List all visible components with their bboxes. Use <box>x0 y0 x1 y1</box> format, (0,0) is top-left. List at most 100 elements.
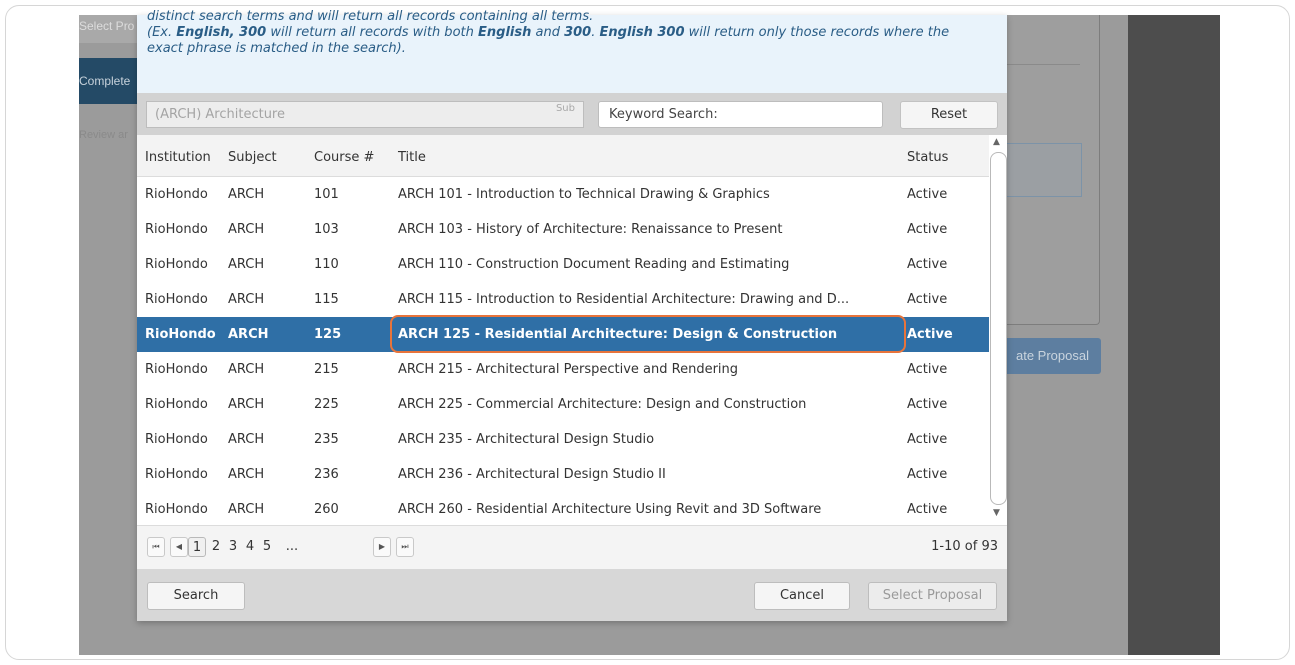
cell-subject: ARCH <box>228 362 265 377</box>
page-number[interactable]: 2 <box>209 537 223 557</box>
scroll-down-arrow-icon[interactable]: ▼ <box>993 508 1000 518</box>
subject-select[interactable]: (ARCH) Architecture Sub <box>146 101 584 128</box>
course-grid: Institution Subject Course # Title Statu… <box>137 135 1007 525</box>
cell-title: ARCH 235 - Architectural Design Studio <box>398 432 655 447</box>
page-number[interactable]: 3 <box>226 537 240 557</box>
dialog-footer: Search Cancel Select Proposal <box>137 569 1007 621</box>
cell-subject: ARCH <box>228 222 265 237</box>
cell-course-number: 260 <box>314 502 339 517</box>
help-line-3: exact phrase is matched in the search). <box>147 41 406 56</box>
cell-title: ARCH 110 - Construction Document Reading… <box>398 257 790 272</box>
right-dark-strip <box>1128 15 1220 655</box>
cell-course-number: 215 <box>314 362 339 377</box>
cell-title: ARCH 101 - Introduction to Technical Dra… <box>398 187 770 202</box>
grid-scrollbar[interactable]: ▲ ▼ <box>989 135 1007 525</box>
first-page-icon[interactable]: ⏮ <box>147 537 165 557</box>
table-row[interactable]: RioHondo ARCH 215 ARCH 215 - Architectur… <box>137 352 989 387</box>
prev-page-icon[interactable]: ◀ <box>170 537 188 557</box>
cell-course-number: 125 <box>314 327 342 342</box>
cell-status: Active <box>907 397 948 412</box>
create-proposal-button[interactable]: ate Proposal <box>1007 338 1101 374</box>
cell-subject: ARCH <box>228 257 265 272</box>
table-row[interactable]: RioHondo ARCH 260 ARCH 260 - Residential… <box>137 492 989 527</box>
page-number[interactable]: 4 <box>243 537 257 557</box>
cell-title: ARCH 236 - Architectural Design Studio I… <box>398 467 666 482</box>
cell-subject: ARCH <box>228 467 265 482</box>
cell-status: Active <box>907 187 948 202</box>
cell-title: ARCH 103 - History of Architecture: Rena… <box>398 222 783 237</box>
keyword-search-input[interactable]: Keyword Search: <box>598 101 883 128</box>
table-row[interactable]: RioHondo ARCH 225 ARCH 225 - Commercial … <box>137 387 989 422</box>
background-divider <box>1007 64 1080 65</box>
help-line-2: (Ex. English, 300 will return all record… <box>147 25 950 40</box>
cell-course-number: 235 <box>314 432 339 447</box>
cell-course-number: 110 <box>314 257 339 272</box>
cell-course-number: 225 <box>314 397 339 412</box>
column-header-course-number[interactable]: Course # <box>314 135 374 177</box>
cell-institution: RioHondo <box>145 187 208 202</box>
cell-course-number: 101 <box>314 187 339 202</box>
cell-subject: ARCH <box>228 187 265 202</box>
pagination-bar: ⏮ ◀ 1 2 3 4 5 ... ▶ ⏭ 1-10 of 93 <box>137 525 1007 569</box>
select-proposal-button[interactable]: Select Proposal <box>868 582 997 610</box>
cell-status: Active <box>907 327 953 342</box>
cell-status: Active <box>907 362 948 377</box>
cell-institution: RioHondo <box>145 257 208 272</box>
sidebar-step-complete[interactable]: Complete <box>79 58 137 104</box>
table-row[interactable]: RioHondo ARCH 110 ARCH 110 - Constructio… <box>137 247 989 282</box>
selection-highlight-outline <box>390 315 906 353</box>
cancel-button[interactable]: Cancel <box>754 582 850 610</box>
help-line-1: distinct search terms and will return al… <box>147 9 594 24</box>
page-number[interactable]: 5 <box>260 537 274 557</box>
last-page-icon[interactable]: ⏭ <box>396 537 414 557</box>
table-row[interactable]: RioHondo ARCH 115 ARCH 115 - Introductio… <box>137 282 989 317</box>
table-row[interactable]: RioHondo ARCH 101 ARCH 101 - Introductio… <box>137 177 989 212</box>
cell-title: ARCH 260 - Residential Architecture Usin… <box>398 502 822 517</box>
sidebar-step-review[interactable]: Review ar <box>79 120 137 150</box>
cell-status: Active <box>907 432 948 447</box>
search-help-text: distinct search terms and will return al… <box>137 9 1007 93</box>
cell-institution: RioHondo <box>145 292 208 307</box>
cell-institution: RioHondo <box>145 502 208 517</box>
cell-status: Active <box>907 292 948 307</box>
table-row[interactable]: RioHondo ARCH 236 ARCH 236 - Architectur… <box>137 457 989 492</box>
cell-institution: RioHondo <box>145 327 216 342</box>
cell-title: ARCH 115 - Introduction to Residential A… <box>398 292 850 307</box>
cell-subject: ARCH <box>228 292 265 307</box>
cell-subject: ARCH <box>228 397 265 412</box>
cell-institution: RioHondo <box>145 397 208 412</box>
page-number-current[interactable]: 1 <box>188 537 206 557</box>
cell-status: Active <box>907 502 948 517</box>
cell-course-number: 115 <box>314 292 339 307</box>
table-row[interactable]: RioHondo ARCH 103 ARCH 103 - History of … <box>137 212 989 247</box>
column-header-title[interactable]: Title <box>398 135 426 177</box>
subject-tag: Sub <box>555 103 575 114</box>
cell-title: ARCH 225 - Commercial Architecture: Desi… <box>398 397 807 412</box>
filter-bar: (ARCH) Architecture Sub Keyword Search: … <box>137 93 1007 135</box>
cell-subject: ARCH <box>228 432 265 447</box>
page-more[interactable]: ... <box>282 537 302 557</box>
scroll-up-arrow-icon[interactable]: ▲ <box>993 137 1000 147</box>
cell-institution: RioHondo <box>145 222 208 237</box>
scrollbar-thumb[interactable] <box>990 152 1007 505</box>
cell-course-number: 236 <box>314 467 339 482</box>
cell-subject: ARCH <box>228 327 269 342</box>
select-proposal-dialog: distinct search terms and will return al… <box>137 9 1007 621</box>
search-button[interactable]: Search <box>147 582 245 610</box>
reset-button[interactable]: Reset <box>900 101 998 129</box>
cell-status: Active <box>907 257 948 272</box>
cell-title: ARCH 215 - Architectural Perspective and… <box>398 362 739 377</box>
next-page-icon[interactable]: ▶ <box>373 537 391 557</box>
sidebar-step-select[interactable]: Select Pro <box>79 15 137 43</box>
column-header-institution[interactable]: Institution <box>145 135 211 177</box>
cell-course-number: 103 <box>314 222 339 237</box>
background-box <box>1007 143 1082 197</box>
cell-status: Active <box>907 467 948 482</box>
grid-header: Institution Subject Course # Title Statu… <box>137 135 989 177</box>
column-header-status[interactable]: Status <box>907 135 948 177</box>
table-row[interactable]: RioHondo ARCH 235 ARCH 235 - Architectur… <box>137 422 989 457</box>
column-header-subject[interactable]: Subject <box>228 135 277 177</box>
cell-institution: RioHondo <box>145 432 208 447</box>
cell-subject: ARCH <box>228 502 265 517</box>
subject-select-value: (ARCH) Architecture <box>155 107 285 122</box>
